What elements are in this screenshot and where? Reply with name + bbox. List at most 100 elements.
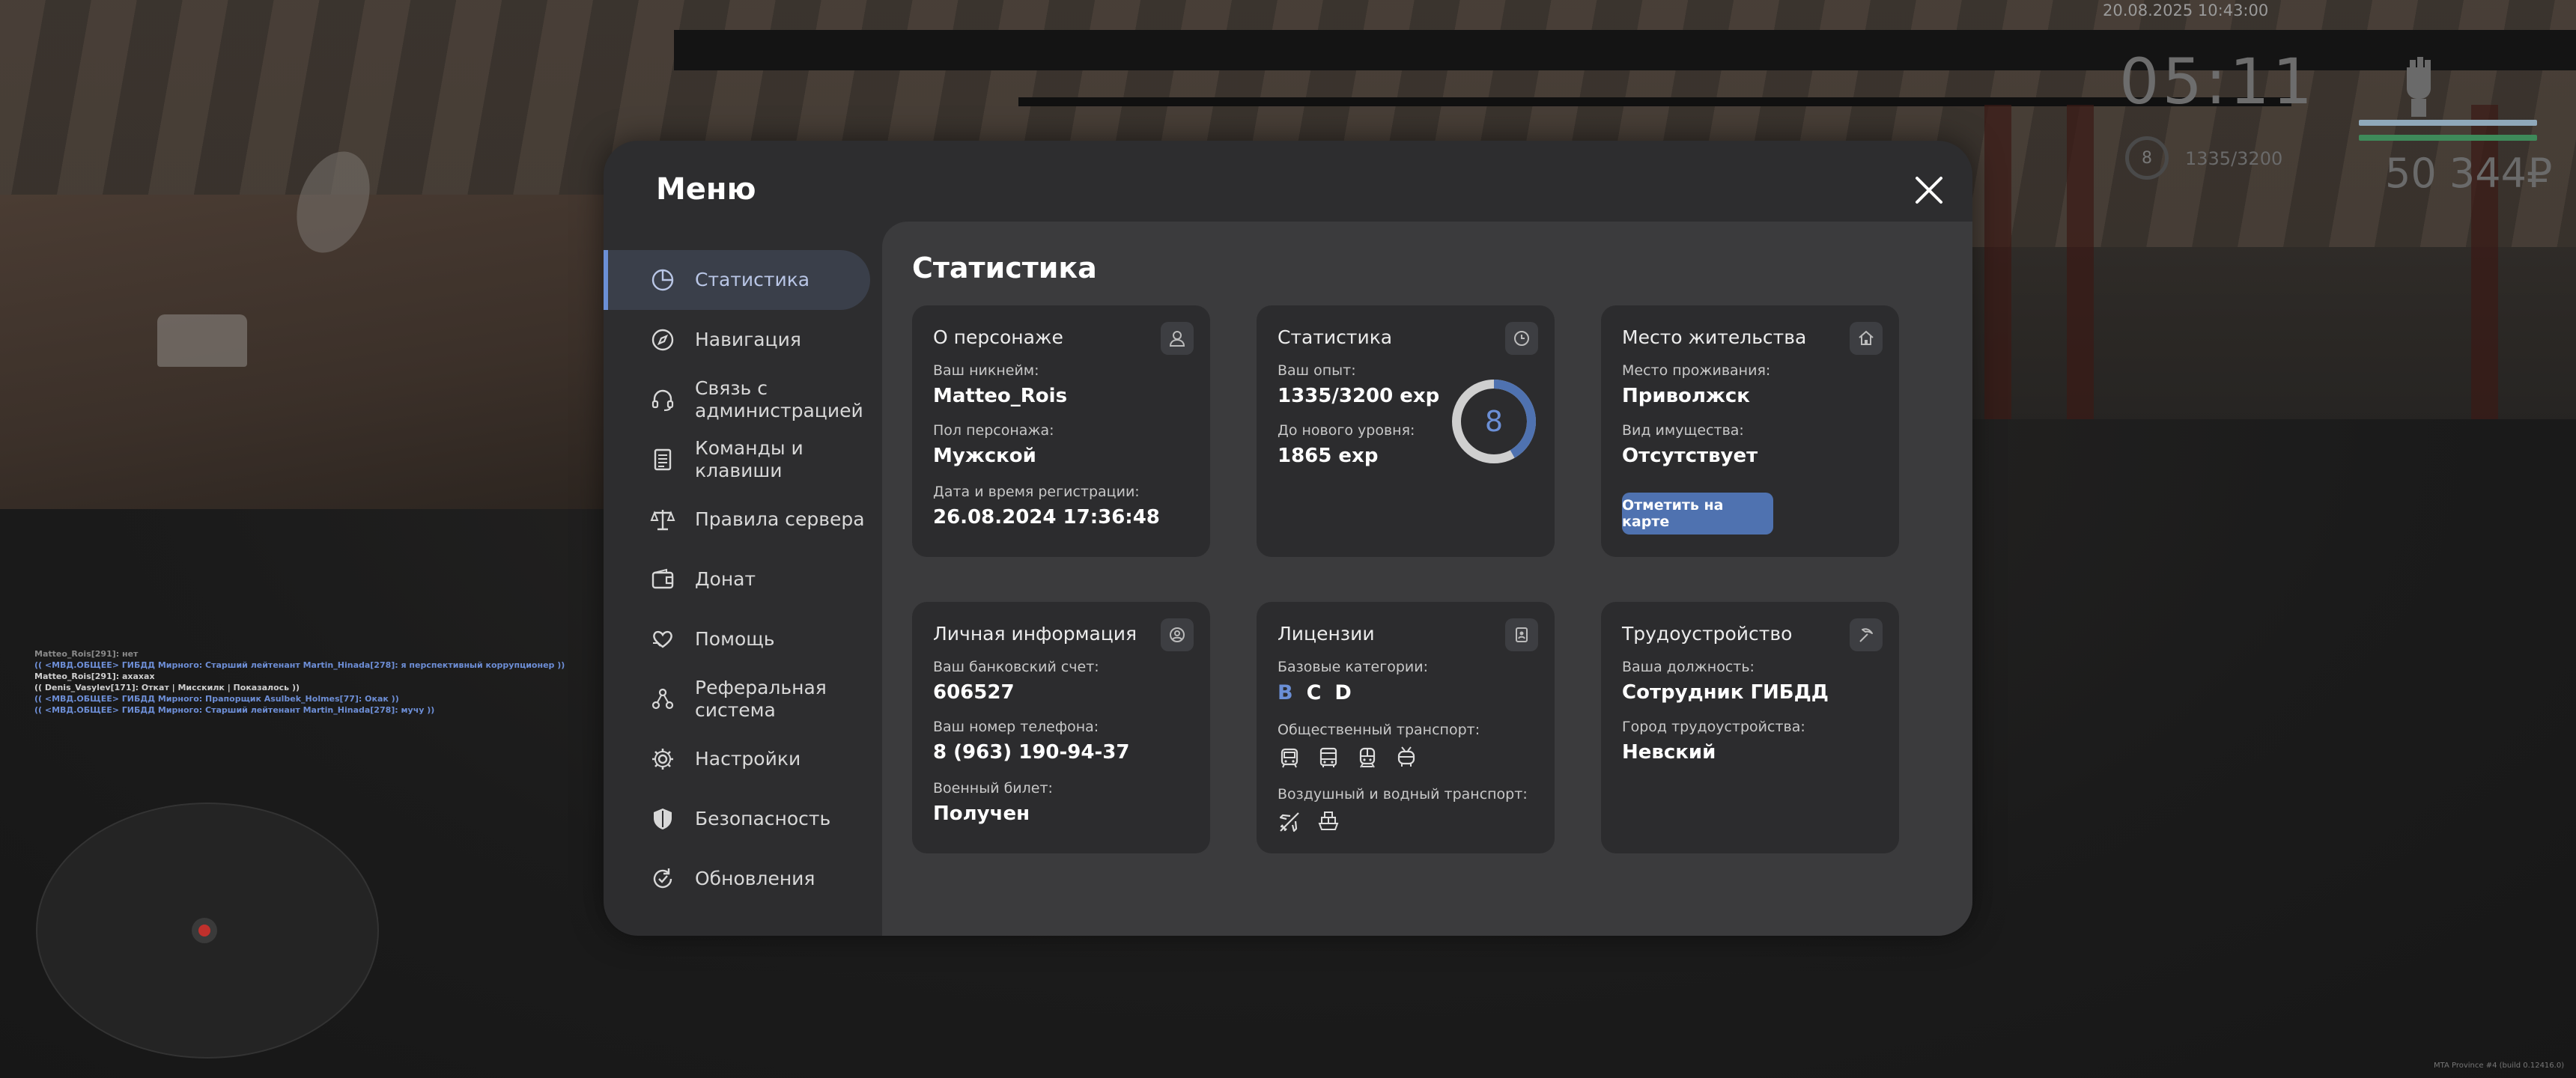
referral-icon bbox=[651, 688, 674, 710]
base-categories-label: Базовые категории: bbox=[1278, 659, 1428, 675]
game-pillar bbox=[1984, 105, 2011, 419]
sidebar-item-label: Навигация bbox=[695, 329, 801, 350]
level-number: 8 bbox=[1485, 405, 1503, 438]
bank-label: Ваш банковский счет: bbox=[933, 659, 1099, 675]
property-label: Вид имущества: bbox=[1622, 422, 1744, 439]
compass-icon bbox=[651, 329, 674, 351]
chat-log: Matteo_Rois[291]: нет(( <МВД.ОБЩЕЕ> ГИБД… bbox=[34, 648, 565, 716]
sidebar-item-gear[interactable]: Настройки bbox=[604, 729, 881, 789]
update-icon bbox=[653, 868, 672, 889]
sidebar-item-label: Настройки bbox=[695, 748, 801, 770]
chat-line: Matteo_Rois[291]: нет bbox=[34, 649, 139, 659]
trolleybus-icon bbox=[1397, 746, 1415, 767]
license-category: C bbox=[1306, 681, 1322, 704]
sidebar-item-update[interactable]: Обновления bbox=[604, 849, 881, 909]
character-card: О персонаже Ваш никнейм: Matteo_Rois Пол… bbox=[912, 305, 1210, 557]
residence-card: Место жительства Место проживания: Приво… bbox=[1601, 305, 1899, 557]
menu-window: Меню Статистика Навигация Связь с админист… bbox=[604, 141, 1972, 936]
nick-label: Ваш никнейм: bbox=[933, 362, 1039, 379]
close-icon[interactable] bbox=[1914, 175, 1944, 205]
sidebar-item-label: Обновления bbox=[695, 868, 815, 889]
user-icon bbox=[1161, 322, 1194, 355]
sidebar-item-shield[interactable]: Безопасность bbox=[604, 789, 881, 849]
chat-line: (( Denis_Vasylev[171]: Откат | Мисскилк … bbox=[34, 683, 300, 692]
garage-icon bbox=[157, 314, 247, 367]
sidebar-item-document[interactable]: Команды и клавиши bbox=[604, 430, 881, 490]
hud-level-badge: 8 bbox=[2125, 136, 2169, 180]
sidebar-item-compass[interactable]: Навигация bbox=[604, 310, 881, 370]
bus-icon bbox=[1319, 747, 1337, 767]
chat-line: Matteo_Rois[291]: ахахах bbox=[34, 672, 155, 681]
card-title: Место жительства bbox=[1622, 326, 1807, 348]
military-value: Получен bbox=[933, 803, 1030, 825]
sidebar-item-label: Команды и клавиши bbox=[695, 437, 804, 481]
nick-value: Matteo_Rois bbox=[933, 385, 1068, 407]
scales-icon bbox=[650, 510, 675, 531]
bank-value: 606527 bbox=[933, 681, 1015, 704]
sidebar-item-pie-chart[interactable]: Статистика bbox=[604, 250, 870, 310]
personal-info-card: Личная информация Ваш банковский счет: 6… bbox=[912, 602, 1210, 853]
air-water-icons bbox=[1278, 810, 1340, 834]
hud-time: 05:11 bbox=[2119, 45, 2316, 118]
sidebar-item-label: Безопасность bbox=[695, 808, 831, 829]
id-card-icon bbox=[1505, 618, 1538, 651]
hud-exp: 1335/3200 bbox=[2185, 148, 2283, 169]
property-value: Отсутствует bbox=[1622, 445, 1758, 467]
content-panel: Статистика О персонаже Ваш никнейм: Matt… bbox=[882, 222, 1972, 936]
place-label: Место проживания: bbox=[1622, 362, 1771, 379]
card-title: Статистика bbox=[1278, 326, 1393, 348]
card-title: О персонаже bbox=[933, 326, 1063, 348]
sidebar-item-scales[interactable]: Правила сервера bbox=[604, 490, 881, 549]
level-progress-ring: 8 bbox=[1452, 380, 1536, 463]
card-title: Трудоустройство bbox=[1622, 623, 1793, 645]
sidebar-item-label: Статистика bbox=[695, 269, 810, 290]
chat-line: (( <МВД.ОБЩЕЕ> ГИБДД Мирного: Прапорщик … bbox=[34, 694, 399, 704]
hud-date: 20.08.2025 10:43:00 bbox=[2103, 1, 2269, 19]
pickaxe-icon bbox=[1850, 618, 1883, 651]
wallet-icon bbox=[651, 568, 674, 589]
employment-card: Трудоустройство Ваша должность: Сотрудни… bbox=[1601, 602, 1899, 853]
card-title: Личная информация bbox=[933, 623, 1137, 645]
reg-label: Дата и время регистрации: bbox=[933, 484, 1140, 500]
document-icon bbox=[654, 448, 672, 471]
sidebar-item-label: Правила сервера bbox=[695, 508, 865, 530]
city-label: Город трудоустройства: bbox=[1622, 719, 1805, 735]
next-level-label: До нового уровня: bbox=[1278, 422, 1415, 439]
sidebar-item-wallet[interactable]: Донат bbox=[604, 549, 881, 609]
licenses-card: Лицензии Базовые категории: BCD Обществе… bbox=[1257, 602, 1555, 853]
shield-icon bbox=[654, 808, 672, 829]
chat-line: (( <МВД.ОБЩЕЕ> ГИБДД Мирного: Старший ле… bbox=[34, 705, 435, 715]
armor-bar bbox=[2359, 120, 2537, 126]
hud-money: 50 344₽ bbox=[2385, 150, 2553, 197]
mark-on-map-button[interactable]: Отметить на карте bbox=[1622, 493, 1773, 535]
license-categories: BCD bbox=[1278, 681, 1365, 704]
place-value: Приволжск bbox=[1622, 385, 1750, 407]
position-label: Ваша должность: bbox=[1622, 659, 1755, 675]
phone-value: 8 (963) 190-94-37 bbox=[933, 741, 1130, 764]
chat-line: (( <МВД.ОБЩЕЕ> ГИБДД Мирного: Старший ле… bbox=[34, 660, 565, 670]
airplane-icon bbox=[1279, 812, 1299, 832]
sidebar-nav: Статистика Навигация Связь с администрацие… bbox=[604, 250, 881, 909]
public-transport-icons bbox=[1278, 746, 1418, 770]
heart-hands-icon bbox=[653, 630, 672, 648]
sidebar-item-headset[interactable]: Связь с администрацией bbox=[604, 370, 881, 430]
license-category: B bbox=[1278, 681, 1293, 704]
sidebar-item-label: Реферальная система bbox=[695, 677, 827, 721]
air-water-label: Воздушный и водный транспорт: bbox=[1278, 786, 1528, 803]
home-icon bbox=[1850, 322, 1883, 355]
sidebar-item-label: Помощь bbox=[695, 628, 775, 650]
game-wall bbox=[0, 195, 614, 509]
gear-icon bbox=[652, 749, 673, 770]
game-lamp bbox=[283, 141, 383, 264]
content-title: Статистика bbox=[912, 252, 1097, 284]
exp-value: 1335/3200 exp bbox=[1278, 385, 1440, 407]
military-label: Военный билет: bbox=[933, 780, 1053, 797]
player-marker-icon bbox=[192, 918, 217, 943]
tram-icon bbox=[1281, 748, 1298, 768]
hud-bars bbox=[2359, 120, 2537, 150]
train-icon bbox=[1359, 747, 1376, 768]
sidebar-item-heart-hands[interactable]: Помощь bbox=[604, 609, 881, 669]
sidebar-item-referral[interactable]: Реферальная система bbox=[604, 669, 881, 729]
city-value: Невский bbox=[1622, 741, 1716, 764]
phone-label: Ваш номер телефона: bbox=[933, 719, 1099, 735]
